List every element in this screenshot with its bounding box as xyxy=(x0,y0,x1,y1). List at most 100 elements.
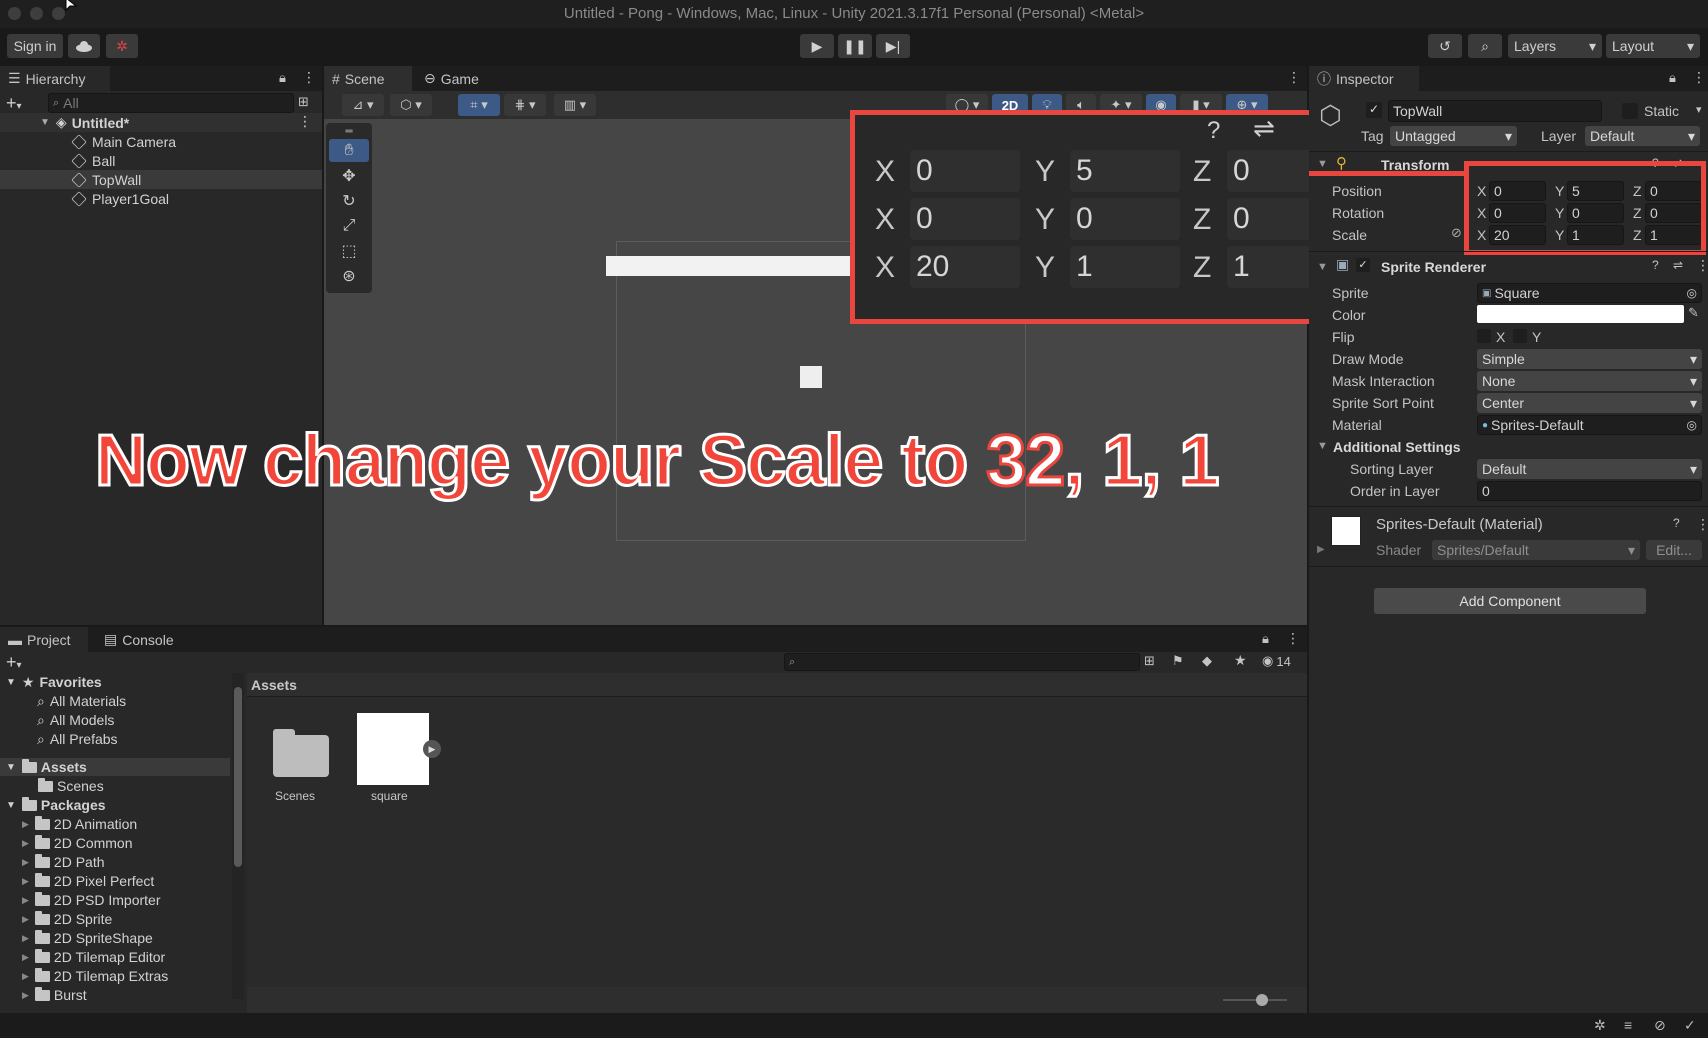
square-sprite-asset[interactable] xyxy=(357,713,429,785)
kebab-menu-icon[interactable]: ⋮ xyxy=(1286,630,1300,647)
package-row[interactable]: ▶ 2D SpriteShape xyxy=(22,929,153,947)
active-checkbox[interactable]: ✓ xyxy=(1366,102,1382,118)
expand-asset-icon[interactable]: ▶ xyxy=(423,740,441,758)
icon-size-slider-track[interactable] xyxy=(1223,999,1287,1001)
tab-hierarchy[interactable]: ☰ Hierarchy xyxy=(0,66,110,91)
tree-scrollbar[interactable] xyxy=(232,673,244,999)
kebab-menu-icon[interactable]: ⋮ xyxy=(298,113,312,130)
scene-row[interactable]: ▼ ◈ Untitled* ⋮ xyxy=(0,113,322,132)
scenes-folder-asset[interactable] xyxy=(273,729,329,777)
move-tool-button[interactable]: ✥ xyxy=(329,164,369,187)
preset-sliders-icon[interactable]: ⇌ xyxy=(1673,258,1683,272)
sprite-field[interactable]: ▣ Square ◎ xyxy=(1477,283,1702,303)
stack-icon[interactable]: ≡ xyxy=(1624,1017,1632,1033)
grid-snap-button[interactable]: ⌗ ▾ xyxy=(458,94,500,116)
favorite-item[interactable]: ⌕ All Prefabs xyxy=(37,730,118,748)
package-row[interactable]: ▶ 2D Path xyxy=(22,853,105,871)
package-row[interactable]: ▶ 2D Sprite xyxy=(22,910,112,928)
sprite-sort-point-dropdown[interactable]: Center ▾ xyxy=(1477,393,1702,413)
search-options-icon[interactable]: ⊞ xyxy=(298,94,309,110)
folder-row[interactable]: Scenes xyxy=(38,777,104,795)
tab-game[interactable]: ⊖ Game xyxy=(416,66,496,91)
hand-tool-button[interactable]: ✋︎ xyxy=(329,139,369,162)
history-button[interactable]: ↺ xyxy=(1428,34,1462,58)
lock-icon[interactable]: 🔒︎ xyxy=(1669,70,1676,86)
tab-inspector[interactable]: ⓘ Inspector xyxy=(1309,66,1419,91)
lock-icon[interactable]: 🔒︎ xyxy=(279,70,286,86)
hierarchy-search-input[interactable]: ⌕ All xyxy=(48,93,294,113)
kebab-menu-icon[interactable]: ⋮ xyxy=(1287,69,1301,86)
kebab-menu-icon[interactable]: ⋮ xyxy=(1696,516,1708,533)
add-object-button[interactable]: +▾ xyxy=(6,93,22,114)
flip-y-checkbox[interactable] xyxy=(1513,329,1527,343)
object-picker-icon[interactable]: ◎ xyxy=(1687,418,1697,432)
hierarchy-item-selected[interactable]: TopWall xyxy=(0,170,322,189)
play-button[interactable]: ▶ xyxy=(800,34,834,58)
package-row[interactable]: ▶ 2D Pixel Perfect xyxy=(22,872,154,890)
search-button[interactable]: ⌕ xyxy=(1468,34,1502,58)
package-row[interactable]: ▶ 2D Common xyxy=(22,834,133,852)
package-row[interactable]: ▶ Burst xyxy=(22,986,87,1004)
favorite-star-icon[interactable]: ★ xyxy=(1234,652,1247,669)
icon-size-slider-thumb[interactable] xyxy=(1256,994,1268,1006)
chevron-right-icon[interactable]: ▶ xyxy=(1317,544,1325,555)
add-component-button[interactable]: Add Component xyxy=(1374,588,1646,614)
chevron-down-icon[interactable]: ▼ xyxy=(1317,261,1328,273)
package-row[interactable]: ▶ 2D PSD Importer xyxy=(22,891,161,909)
step-button[interactable]: ▶| xyxy=(876,34,910,58)
favorite-item[interactable]: ⌕ All Materials xyxy=(37,692,126,710)
object-name-field[interactable]: TopWall xyxy=(1388,100,1602,122)
color-swatch[interactable] xyxy=(1477,305,1684,323)
object-picker-icon[interactable]: ◎ xyxy=(1687,286,1697,300)
rect-tool-button[interactable]: ⬚ xyxy=(329,239,369,262)
hierarchy-item[interactable]: Ball xyxy=(0,151,322,170)
sign-in-button[interactable]: Sign in xyxy=(7,34,63,58)
pause-button[interactable]: ❚❚ xyxy=(838,34,872,58)
mask-interaction-dropdown[interactable]: None ▾ xyxy=(1477,371,1702,391)
collab-button[interactable]: ✲ xyxy=(106,34,138,58)
lock-icon[interactable]: 🔒︎ xyxy=(1262,631,1269,647)
favorites-header[interactable]: ▼ ★ Favorites xyxy=(6,673,102,691)
flip-x-checkbox[interactable] xyxy=(1477,329,1491,343)
sprite-renderer-enabled-checkbox[interactable]: ✓ xyxy=(1356,258,1370,272)
tab-project[interactable]: ▬ Project xyxy=(0,627,88,652)
scale-tool-button[interactable]: ⤢ xyxy=(329,214,369,237)
rulers-button[interactable]: ▥ ▾ xyxy=(554,94,596,116)
static-checkbox[interactable] xyxy=(1622,103,1638,119)
layout-dropdown[interactable]: Layout ▾ xyxy=(1606,34,1700,58)
eyedropper-icon[interactable]: ✎ xyxy=(1688,305,1699,321)
sorting-layer-dropdown[interactable]: Default ▾ xyxy=(1477,459,1702,479)
kebab-menu-icon[interactable]: ⋮ xyxy=(302,69,316,86)
snap-increment-button[interactable]: ⋕ ▾ xyxy=(504,94,546,116)
material-field[interactable]: ● Sprites-Default ◎ xyxy=(1477,415,1702,435)
hidden-packages-toggle[interactable]: ◉ 14 xyxy=(1262,653,1291,669)
transform-tool-button[interactable]: ⊛ xyxy=(329,264,369,287)
shader-dropdown[interactable]: Sprites/Default ▾ xyxy=(1432,540,1640,560)
render-mode-button[interactable]: ⬡ ▾ xyxy=(390,94,432,116)
package-row[interactable]: ▶ 2D Tilemap Editor xyxy=(22,948,165,966)
assets-folder-row[interactable]: ▼ Assets xyxy=(0,758,230,776)
help-icon[interactable]: ? xyxy=(1673,516,1680,530)
tab-scene[interactable]: # Scene xyxy=(324,66,412,91)
packages-folder-row[interactable]: ▼ Packages xyxy=(6,796,106,814)
kebab-menu-icon[interactable]: ⋮ xyxy=(1692,69,1706,86)
cloud-button[interactable] xyxy=(68,34,100,58)
breadcrumb[interactable]: Assets xyxy=(251,677,297,693)
hierarchy-item[interactable]: Player1Goal xyxy=(0,189,322,208)
draw-mode-button[interactable]: ⊿ ▾ xyxy=(342,94,384,116)
auto-refresh-icon[interactable]: ⊘ xyxy=(1654,1017,1666,1034)
kebab-menu-icon[interactable]: ⋮ xyxy=(1696,257,1708,274)
chevron-down-icon[interactable]: ▼ xyxy=(1317,158,1328,170)
chevron-down-icon[interactable]: ▾ xyxy=(1696,103,1702,116)
edit-shader-button[interactable]: Edit... xyxy=(1646,540,1702,560)
favorite-item[interactable]: ⌕ All Models xyxy=(37,711,114,729)
link-icon[interactable]: ⊘ xyxy=(1451,225,1462,241)
tag-icon[interactable]: ◆ xyxy=(1202,653,1212,669)
hierarchy-item[interactable]: Main Camera xyxy=(0,132,322,151)
package-row[interactable]: ▶ 2D Tilemap Extras xyxy=(22,967,168,985)
project-search-input[interactable]: ⌕ xyxy=(784,653,1140,671)
help-icon[interactable]: ? xyxy=(1652,258,1659,272)
order-in-layer-field[interactable]: 0 xyxy=(1477,481,1702,501)
search-by-type-icon[interactable]: ⊞ xyxy=(1144,653,1155,669)
layers-dropdown[interactable]: Layers ▾ xyxy=(1508,34,1602,58)
